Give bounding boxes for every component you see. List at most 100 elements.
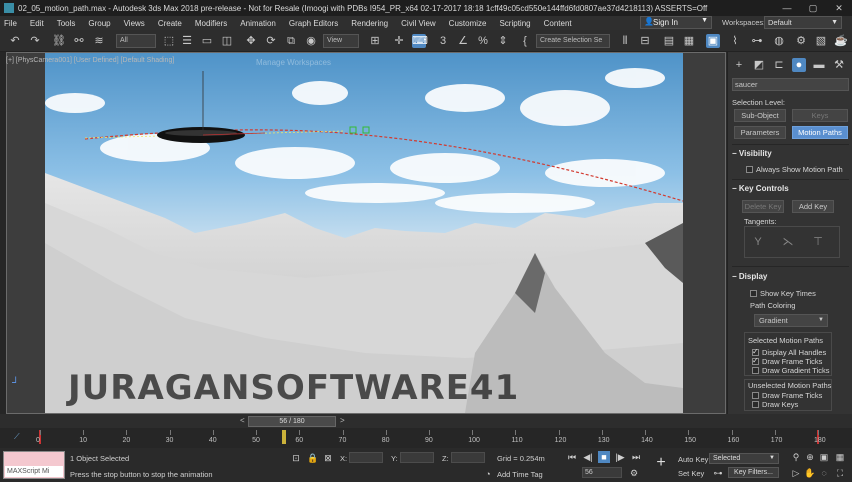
rotate-icon[interactable]: ⟳ <box>264 34 278 48</box>
zoom-extents-icon[interactable]: ▣ <box>818 451 830 463</box>
add-time-tag[interactable]: Add Time Tag <box>497 470 543 479</box>
scene-explorer-icon[interactable]: ▤ <box>662 34 676 48</box>
material-editor-icon[interactable]: ◍ <box>772 34 786 48</box>
zoom-icon[interactable]: ⚲ <box>790 451 802 463</box>
unsel-draw-frame-ticks-checkbox[interactable] <box>752 392 759 399</box>
align-icon[interactable]: ⊟ <box>638 34 652 48</box>
add-key-button[interactable]: Add Key <box>792 200 834 213</box>
window-crossing-icon[interactable]: ◫ <box>220 34 234 48</box>
unlink-icon[interactable]: ⚯ <box>72 34 86 48</box>
display-header[interactable]: − Display <box>732 272 767 281</box>
menu-content[interactable]: Content <box>544 19 572 28</box>
x-coord-field[interactable] <box>349 452 383 463</box>
tangent-linear-icon[interactable]: ⋋ <box>781 235 795 249</box>
workspace-select[interactable]: Default ▼ <box>764 16 842 29</box>
key-mode-dropdown[interactable]: Selected ▼ <box>709 453 779 464</box>
edit-named-sets-icon[interactable]: { <box>518 34 532 48</box>
key-filter-icon[interactable]: ⊶ <box>712 467 724 479</box>
scale-icon[interactable]: ⧉ <box>284 34 298 48</box>
coord-system-dropdown[interactable]: View <box>323 34 359 48</box>
select-object-icon[interactable]: ⬚ <box>162 34 176 48</box>
go-to-end-icon[interactable]: ⏭ <box>630 451 642 463</box>
display-tab-icon[interactable]: ▬ <box>812 58 826 72</box>
snaps-toggle-icon[interactable]: 3 <box>436 34 450 48</box>
selection-region-icon[interactable]: ▭ <box>200 34 214 48</box>
set-key-big-icon[interactable]: + <box>652 454 670 472</box>
zoom-extents-all-icon[interactable]: ▦ <box>834 451 846 463</box>
create-tab-icon[interactable]: + <box>732 58 746 72</box>
menu-civil-view[interactable]: Civil View <box>401 19 436 28</box>
utilities-tab-icon[interactable]: ⚒ <box>832 58 846 72</box>
go-to-start-icon[interactable]: ⏮ <box>566 451 578 463</box>
menu-edit[interactable]: Edit <box>30 19 44 28</box>
visibility-header[interactable]: − Visibility <box>732 149 772 158</box>
keys-dropdown[interactable]: Keys <box>792 109 848 122</box>
y-coord-field[interactable] <box>400 452 434 463</box>
draw-gradient-ticks-checkbox[interactable] <box>752 367 759 374</box>
curve-editor-mini-icon[interactable]: ⟋ <box>14 432 20 442</box>
move-icon[interactable]: ✥ <box>244 34 258 48</box>
prev-frame-arrow-icon[interactable]: < <box>240 416 245 425</box>
percent-snap-icon[interactable]: % <box>476 34 490 48</box>
delete-key-button[interactable]: Delete Key <box>742 200 784 213</box>
motion-tab-icon[interactable]: ● <box>792 58 806 72</box>
time-config-icon[interactable]: ⚙ <box>628 467 640 479</box>
menu-scripting[interactable]: Scripting <box>499 19 530 28</box>
menu-tools[interactable]: Tools <box>57 19 76 28</box>
menu-create[interactable]: Create <box>158 19 182 28</box>
sign-in-dropdown[interactable]: 👤 Sign In ▼ <box>640 16 712 29</box>
z-coord-field[interactable] <box>451 452 485 463</box>
layer-explorer-icon[interactable]: ▦ <box>682 34 696 48</box>
angle-snap-icon[interactable]: ∠ <box>456 34 470 48</box>
display-all-handles-checkbox[interactable] <box>752 347 759 356</box>
prev-frame-icon[interactable]: ◀| <box>582 451 594 463</box>
bind-space-warp-icon[interactable]: ≋ <box>92 34 106 48</box>
named-selection-set-dropdown[interactable]: Create Selection Se <box>536 34 610 48</box>
set-key-button[interactable]: Set Key <box>678 469 704 478</box>
pan-icon[interactable]: ✋ <box>804 467 816 479</box>
next-frame-arrow-icon[interactable]: > <box>340 416 345 425</box>
auto-key-button[interactable]: Auto Key <box>678 455 708 464</box>
maximize-viewport-icon[interactable]: ⛶ <box>834 467 846 479</box>
schematic-view-icon[interactable]: ⊶ <box>750 34 764 48</box>
selection-filter-dropdown[interactable]: All <box>116 34 156 48</box>
stop-icon[interactable]: ■ <box>598 451 610 463</box>
motion-paths-button[interactable]: Motion Paths <box>792 126 848 139</box>
unsel-draw-keys-checkbox[interactable] <box>752 401 759 408</box>
link-icon[interactable]: ⛓ <box>52 34 66 48</box>
spinner-snap-icon[interactable]: ⇕ <box>496 34 510 48</box>
ribbon-toggle-icon[interactable]: ▣ <box>706 34 720 48</box>
orbit-icon[interactable]: ◌ <box>818 467 830 479</box>
path-coloring-dropdown[interactable]: Gradient ▼ <box>754 314 828 327</box>
isolate-selection-icon[interactable]: ⊡ <box>290 452 302 464</box>
current-frame-marker[interactable] <box>282 430 286 444</box>
pivot-center-icon[interactable]: ⊞ <box>368 34 382 48</box>
menu-group[interactable]: Group <box>88 19 110 28</box>
place-icon[interactable]: ◉ <box>304 34 318 48</box>
tangent-step-icon[interactable]: ⊤ <box>811 235 825 249</box>
lock-selection-icon[interactable]: 🔒 <box>307 452 319 464</box>
menu-customize[interactable]: Customize <box>449 19 487 28</box>
next-frame-icon[interactable]: |▶ <box>614 451 626 463</box>
field-of-view-icon[interactable]: ▷ <box>790 467 802 479</box>
menu-file[interactable]: File <box>4 19 17 28</box>
select-by-name-icon[interactable]: ☰ <box>180 34 194 48</box>
draw-frame-ticks-checkbox[interactable] <box>752 356 759 365</box>
tangent-smooth-icon[interactable]: Y <box>751 235 765 249</box>
always-show-checkbox[interactable] <box>746 166 753 173</box>
modify-tab-icon[interactable]: ◩ <box>752 58 766 72</box>
keyboard-shortcut-toggle-icon[interactable]: ⌨ <box>412 34 428 48</box>
render-setup-icon[interactable]: ⚙ <box>794 34 808 48</box>
rendered-frame-icon[interactable]: ▧ <box>814 34 828 48</box>
maxscript-mini-listener[interactable]: MAXScript Mi <box>5 466 63 477</box>
select-manipulate-icon[interactable]: ✛ <box>392 34 406 48</box>
mirror-icon[interactable]: ⫴ <box>618 34 632 48</box>
object-name-field[interactable]: saucer <box>732 78 849 91</box>
show-key-times-checkbox[interactable] <box>750 290 757 297</box>
menu-graph-editors[interactable]: Graph Editors <box>289 19 338 28</box>
time-slider[interactable]: 56 / 180 <box>248 416 336 427</box>
key-filters-button[interactable]: Key Filters... <box>728 467 779 478</box>
hierarchy-tab-icon[interactable]: ⊏ <box>772 58 786 72</box>
curve-editor-icon[interactable]: ⌇ <box>728 34 742 48</box>
sub-object-button[interactable]: Sub-Object <box>734 109 786 122</box>
